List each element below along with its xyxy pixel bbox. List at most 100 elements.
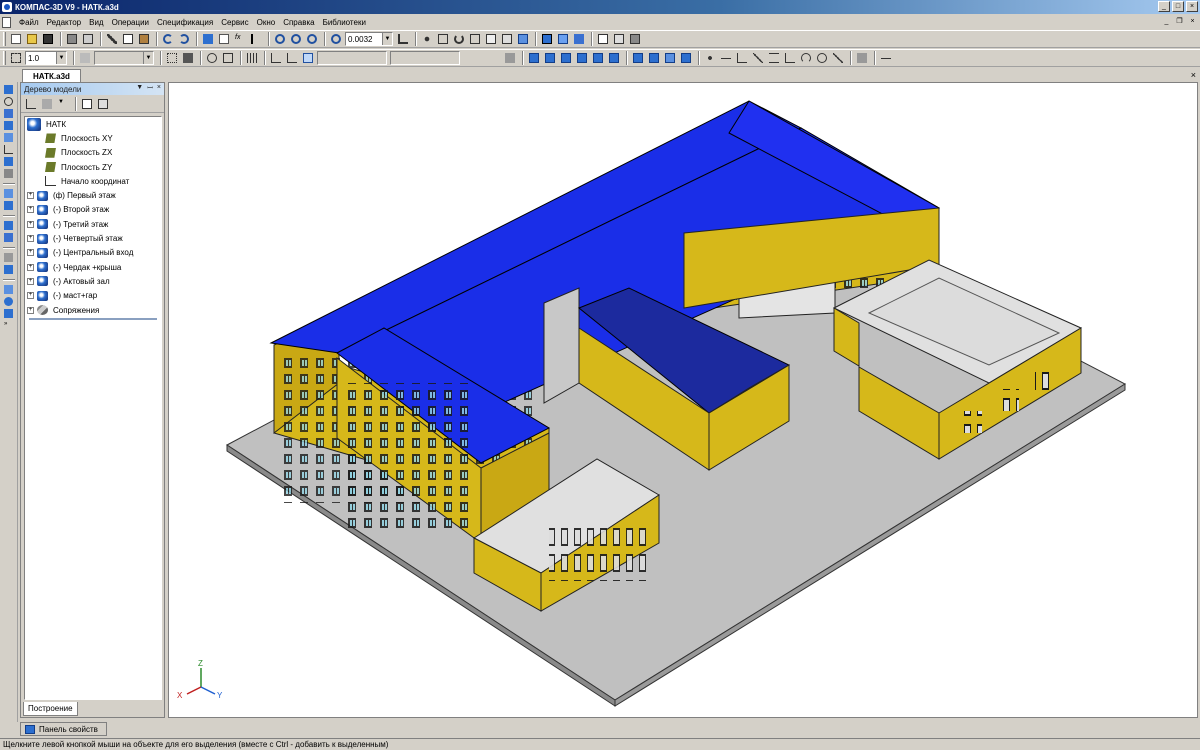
construction-tab[interactable]: Построение [23, 702, 78, 716]
rotate-icon[interactable] [452, 32, 466, 46]
tree-node[interactable]: + (-) маст+гар [25, 289, 161, 303]
toolbar-specification-icon[interactable] [3, 168, 15, 179]
save-icon[interactable] [41, 32, 55, 46]
property-panel-tab[interactable]: Панель свойств [20, 722, 107, 736]
line-icon[interactable] [751, 51, 765, 65]
menu-specification[interactable]: Спецификация [153, 18, 217, 27]
pan-icon[interactable] [420, 32, 434, 46]
toolbar-grip[interactable] [3, 32, 6, 46]
cursor-step-combo[interactable]: 1.0 ▼ [25, 51, 67, 65]
toolbar-mates-icon[interactable] [3, 232, 15, 243]
maximize-button[interactable]: □ [1172, 1, 1184, 12]
expand-icon[interactable]: + [27, 192, 34, 200]
properties-icon[interactable] [201, 32, 215, 46]
function-icon[interactable]: fx [233, 32, 247, 46]
toolbar-spatial-curves-icon[interactable] [3, 96, 15, 107]
zoom-in-icon[interactable] [289, 32, 303, 46]
arc-icon[interactable] [799, 51, 813, 65]
open-folder-icon[interactable] [25, 32, 39, 46]
shading-icon[interactable] [572, 32, 586, 46]
menu-operations[interactable]: Операции [108, 18, 153, 27]
document-tab[interactable]: НАТК.a3d [22, 69, 81, 82]
toolbar-assembly-icon[interactable] [3, 308, 15, 319]
toolbar-sketch-icon[interactable] [3, 200, 15, 211]
tree-node[interactable]: + (-) Центральный вход [25, 246, 161, 260]
close-button[interactable]: × [1186, 1, 1198, 12]
hidden-thin-icon[interactable] [500, 32, 514, 46]
tree-node[interactable]: + (-) Чердак +крыша [25, 260, 161, 274]
perpendicular-icon[interactable] [783, 51, 797, 65]
halftone-icon[interactable] [516, 32, 530, 46]
perspective-icon[interactable] [556, 32, 570, 46]
expand-icon[interactable]: + [27, 306, 34, 314]
menu-file[interactable]: Файл [15, 18, 43, 27]
calc-icon[interactable] [612, 32, 626, 46]
eraser-icon[interactable] [855, 51, 869, 65]
axis-icon[interactable] [719, 51, 733, 65]
close-icon[interactable]: × [157, 84, 161, 93]
view-right-icon[interactable] [607, 51, 621, 65]
toolbar-view-icon[interactable] [3, 252, 15, 263]
chevron-down-icon[interactable]: ▼ [382, 33, 392, 45]
zoom-window-icon[interactable] [273, 32, 287, 46]
close-icon[interactable]: × [1191, 70, 1196, 80]
view-normal-icon[interactable] [679, 51, 693, 65]
tree-relations-icon[interactable] [80, 97, 94, 111]
pin-icon[interactable]: ꟷ [147, 84, 153, 93]
tree-root[interactable]: НАТК [25, 117, 161, 131]
toolbar-library-icon[interactable] [3, 284, 15, 295]
cut-icon[interactable] [105, 32, 119, 46]
expand-icon[interactable]: + [27, 277, 34, 285]
doc-minimize-button[interactable]: _ [1161, 16, 1172, 26]
doc-restore-button[interactable]: ❐ [1174, 16, 1185, 26]
more-icon[interactable] [879, 51, 893, 65]
building-model[interactable]: Z X Y [169, 83, 1198, 718]
tree-node[interactable]: + (-) Третий этаж [25, 217, 161, 231]
zoom-scale-icon[interactable] [329, 32, 343, 46]
grid-icon[interactable] [165, 51, 179, 65]
view-dimetric-icon[interactable] [647, 51, 661, 65]
screen-icon[interactable] [628, 32, 642, 46]
tree-expand-icon[interactable] [96, 97, 110, 111]
model-viewport[interactable]: Z X Y [168, 82, 1198, 718]
new-document-icon[interactable] [9, 32, 23, 46]
expand-icon[interactable]: + [27, 263, 34, 271]
manager-icon[interactable] [596, 32, 610, 46]
local-cs-icon[interactable] [181, 51, 195, 65]
toolbar-grip[interactable] [3, 51, 6, 65]
toolbar-reports-icon[interactable] [3, 188, 15, 199]
tree-node[interactable]: + Сопряжения [25, 303, 161, 317]
center-icon[interactable] [815, 51, 829, 65]
measure-icon[interactable] [831, 51, 845, 65]
expand-icon[interactable]: + [27, 292, 34, 300]
toolbar-filters-icon[interactable] [3, 156, 15, 167]
chevron-down-icon[interactable]: ▼ [56, 52, 66, 64]
chevron-down-icon[interactable]: ▼ [136, 84, 143, 93]
undo-icon[interactable] [161, 32, 175, 46]
print-icon[interactable] [65, 32, 79, 46]
tree-node[interactable]: + (ф) Первый этаж [25, 188, 161, 202]
menu-libraries[interactable]: Библиотеки [319, 18, 370, 27]
toolbar-shading-icon[interactable] [3, 264, 15, 275]
menu-help[interactable]: Справка [279, 18, 318, 27]
view-iso-icon[interactable] [631, 51, 645, 65]
orientation-icon[interactable] [396, 32, 410, 46]
expand-icon[interactable]: + [27, 220, 34, 228]
redo-icon[interactable] [177, 32, 191, 46]
toolbar-parts-icon[interactable] [3, 220, 15, 231]
tree-dropdown-icon[interactable]: ▼ [56, 97, 70, 111]
tree-view-icon[interactable] [40, 97, 54, 111]
view-rear-icon[interactable] [543, 51, 557, 65]
stair-tower[interactable] [543, 287, 580, 404]
document-icon[interactable] [2, 16, 11, 28]
variables-icon[interactable] [217, 32, 231, 46]
menu-view[interactable]: Вид [85, 18, 107, 27]
toolbar-measure-icon[interactable] [3, 144, 15, 155]
toolbar-aux-geometry-icon[interactable] [3, 132, 15, 143]
menu-editor[interactable]: Редактор [43, 18, 85, 27]
zoom-out-icon[interactable] [305, 32, 319, 46]
toolbar-surfaces-icon[interactable] [3, 108, 15, 119]
minimize-button[interactable]: _ [1158, 1, 1170, 12]
grid-toggle-icon[interactable] [245, 51, 259, 65]
view-bottom-icon[interactable] [575, 51, 589, 65]
